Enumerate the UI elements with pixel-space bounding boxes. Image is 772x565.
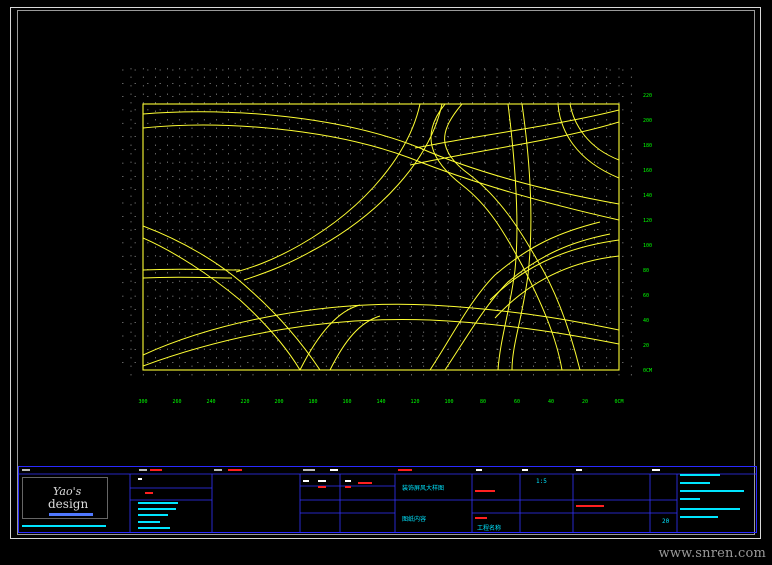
x-axis-label: 100 xyxy=(444,399,453,405)
sheet-number-field: 20 xyxy=(662,518,670,525)
logo-line2: design xyxy=(48,497,89,511)
reference-grid xyxy=(122,68,632,376)
y-axis-dimension-labels: 220 200 180 160 140 120 100 80 60 40 20 0CM xyxy=(643,93,652,374)
x-axis-label: 200 xyxy=(274,399,283,405)
company-logo: Yao's design xyxy=(22,477,108,519)
scale-field: 1:5 xyxy=(536,478,547,485)
y-axis-label: 220 xyxy=(643,93,652,99)
y-axis-label: 120 xyxy=(643,218,652,224)
x-axis-label: 80 xyxy=(480,399,486,405)
title-block xyxy=(18,466,757,533)
logo-line1: Yao's xyxy=(53,485,82,498)
x-axis-label: 180 xyxy=(308,399,317,405)
project-label-field: 工程名称 xyxy=(477,525,502,532)
y-axis-label: 0CM xyxy=(643,368,652,374)
x-axis-label: 240 xyxy=(206,399,215,405)
x-axis-label: 120 xyxy=(410,399,419,405)
drawing-name-field: 装饰屏风大样图 xyxy=(402,485,445,492)
y-axis-label: 80 xyxy=(643,268,649,274)
y-axis-label: 160 xyxy=(643,168,652,174)
x-axis-label: 160 xyxy=(342,399,351,405)
watermark: www.snren.com xyxy=(658,546,766,561)
y-axis-label: 20 xyxy=(643,343,649,349)
x-axis-label: 260 xyxy=(172,399,181,405)
x-axis-label: 20 xyxy=(582,399,588,405)
y-axis-label: 200 xyxy=(643,118,652,124)
screen-panel-outline xyxy=(142,103,620,371)
x-axis-label: 60 xyxy=(514,399,520,405)
x-axis-label: 40 xyxy=(548,399,554,405)
x-axis-label: 300 xyxy=(138,399,147,405)
y-axis-label: 140 xyxy=(643,193,652,199)
y-axis-label: 100 xyxy=(643,243,652,249)
x-axis-dimension-labels: 300 260 240 220 200 180 160 140 120 100 80 60 40 20 0C… xyxy=(138,399,623,405)
screen-pattern xyxy=(143,104,619,370)
content-label-field: 图纸内容 xyxy=(402,516,427,523)
x-axis-label: 140 xyxy=(376,399,385,405)
logo-underline xyxy=(49,513,93,516)
x-axis-label: 0CM xyxy=(614,399,623,405)
y-axis-label: 180 xyxy=(643,143,652,149)
y-axis-label: 60 xyxy=(643,293,649,299)
x-axis-label: 220 xyxy=(240,399,249,405)
y-axis-label: 40 xyxy=(643,318,649,324)
